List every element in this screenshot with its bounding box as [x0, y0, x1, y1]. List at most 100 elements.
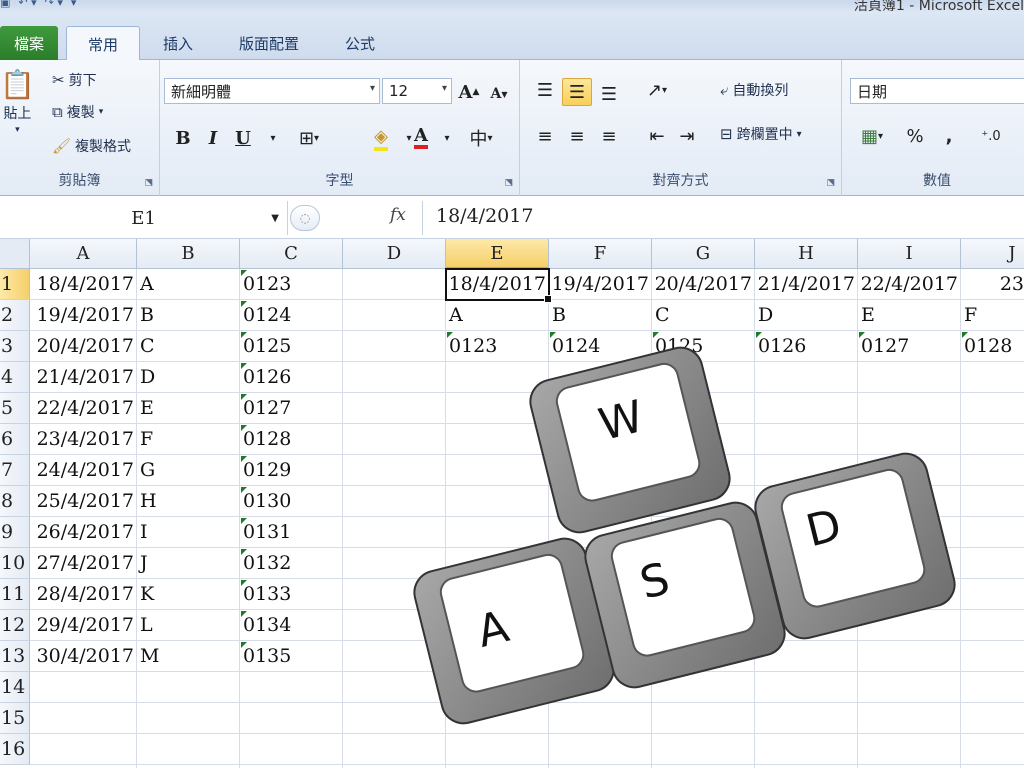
orientation-button[interactable]: ↗ ▾: [642, 76, 672, 104]
align-left-button[interactable]: ≡: [530, 122, 560, 150]
cell-b10[interactable]: J: [137, 548, 240, 579]
row-header-15[interactable]: 15: [0, 703, 30, 734]
column-header-i[interactable]: I: [858, 239, 961, 269]
column-header-g[interactable]: G: [652, 239, 755, 269]
wrap-text-button[interactable]: ⤶ 自動換列: [720, 80, 788, 100]
tab-page-layout[interactable]: 版面配置: [222, 26, 316, 60]
row-header-8[interactable]: 8: [0, 486, 30, 517]
row-header-12[interactable]: 12: [0, 610, 30, 641]
row-header-13[interactable]: 13: [0, 641, 30, 672]
column-header-e[interactable]: E: [446, 239, 549, 269]
cell-i2[interactable]: E: [858, 300, 961, 331]
cell-c3[interactable]: 0125: [240, 331, 343, 362]
tab-formulas[interactable]: 公式: [330, 26, 390, 60]
column-header-j[interactable]: J: [961, 239, 1024, 269]
cell-c11[interactable]: 0133: [240, 579, 343, 610]
cell-a2[interactable]: 19/4/2017: [30, 300, 137, 331]
name-box[interactable]: E1 ▼: [0, 201, 288, 235]
increase-decimal-button[interactable]: ⁺.0: [976, 122, 1006, 150]
cell-j3[interactable]: 0128: [961, 331, 1024, 362]
cell-c7[interactable]: 0129: [240, 455, 343, 486]
cut-button[interactable]: ✂ 剪下: [52, 70, 97, 90]
row-header-14[interactable]: 14: [0, 672, 30, 703]
bold-button[interactable]: B: [168, 124, 198, 152]
cell-h3[interactable]: 0126: [755, 331, 858, 362]
cell-h1[interactable]: 21/4/2017: [755, 269, 858, 300]
cell-j1[interactable]: 23/4/2: [961, 269, 1024, 300]
font-size-combo[interactable]: 12 ▾: [382, 78, 452, 104]
cell-b13[interactable]: M: [137, 641, 240, 672]
font-name-combo[interactable]: 新細明體 ▾: [164, 78, 380, 104]
active-cell-cursor[interactable]: [445, 268, 552, 303]
grow-font-button[interactable]: A ▲: [454, 78, 484, 106]
cell-a5[interactable]: 22/4/2017: [30, 393, 137, 424]
row-header-3[interactable]: 3: [0, 331, 30, 362]
tab-file[interactable]: 檔案: [0, 26, 58, 60]
cell-c2[interactable]: 0124: [240, 300, 343, 331]
comma-style-button[interactable]: ,: [934, 122, 964, 150]
merge-center-button[interactable]: ⊟ 跨欄置中 ▾: [720, 124, 802, 144]
tab-insert[interactable]: 插入: [150, 26, 206, 60]
fill-color-button[interactable]: ◈: [366, 124, 396, 152]
cell-c13[interactable]: 0135: [240, 641, 343, 672]
copy-button[interactable]: ⧉ 複製 ▾: [52, 102, 103, 122]
decrease-indent-button[interactable]: ⇤: [642, 122, 672, 150]
cell-a12[interactable]: 29/4/2017: [30, 610, 137, 641]
format-painter-button[interactable]: 🖌 複製格式: [52, 136, 131, 156]
font-color-dropdown-icon[interactable]: ▾: [432, 124, 462, 152]
phonetic-guide-button[interactable]: 中 ▾: [466, 124, 496, 152]
cell-a1[interactable]: 18/4/2017: [30, 269, 137, 300]
paste-button[interactable]: 📋 貼上 ▾: [0, 68, 35, 135]
cell-h2[interactable]: D: [755, 300, 858, 331]
insert-function-icon[interactable]: fx: [390, 205, 406, 225]
row-header-16[interactable]: 16: [0, 734, 30, 765]
cell-a8[interactable]: 25/4/2017: [30, 486, 137, 517]
shrink-font-button[interactable]: A ▼: [484, 80, 514, 108]
cell-c4[interactable]: 0126: [240, 362, 343, 393]
italic-button[interactable]: I: [198, 124, 228, 152]
cell-g2[interactable]: C: [652, 300, 755, 331]
row-header-10[interactable]: 10: [0, 548, 30, 579]
dialog-launcher-icon[interactable]: ⬔: [826, 178, 835, 188]
customize-quick-access-icon[interactable]: ▾: [71, 0, 77, 12]
cell-a4[interactable]: 21/4/2017: [30, 362, 137, 393]
cell-c5[interactable]: 0127: [240, 393, 343, 424]
cell-c12[interactable]: 0134: [240, 610, 343, 641]
cell-e2[interactable]: A: [446, 300, 549, 331]
align-top-button[interactable]: ☰: [530, 76, 560, 104]
column-header-a[interactable]: A: [30, 239, 137, 269]
cell-i3[interactable]: 0127: [858, 331, 961, 362]
redo-icon[interactable]: ↷ ▾: [45, 0, 63, 12]
cell-b11[interactable]: K: [137, 579, 240, 610]
cell-b1[interactable]: A: [137, 269, 240, 300]
row-header-2[interactable]: 2: [0, 300, 30, 331]
dialog-launcher-icon[interactable]: ⬔: [144, 178, 153, 188]
cell-f2[interactable]: B: [549, 300, 652, 331]
cell-b3[interactable]: C: [137, 331, 240, 362]
column-header-f[interactable]: F: [549, 239, 652, 269]
cell-f1[interactable]: 19/4/2017: [549, 269, 652, 300]
align-center-button[interactable]: ≡: [562, 122, 592, 150]
row-header-7[interactable]: 7: [0, 455, 30, 486]
cell-e3[interactable]: 0123: [446, 331, 549, 362]
dialog-launcher-icon[interactable]: ⬔: [504, 178, 513, 188]
cell-a6[interactable]: 23/4/2017: [30, 424, 137, 455]
align-bottom-button[interactable]: ☰: [594, 80, 624, 108]
accounting-format-button[interactable]: ▦ ▾: [852, 122, 892, 150]
cell-b5[interactable]: E: [137, 393, 240, 424]
column-header-b[interactable]: B: [137, 239, 240, 269]
formula-input[interactable]: 18/4/2017: [436, 205, 533, 227]
cell-b8[interactable]: H: [137, 486, 240, 517]
row-header-9[interactable]: 9: [0, 517, 30, 548]
cell-g1[interactable]: 20/4/2017: [652, 269, 755, 300]
row-header-6[interactable]: 6: [0, 424, 30, 455]
cell-b4[interactable]: D: [137, 362, 240, 393]
tab-home[interactable]: 常用: [66, 26, 140, 61]
cell-c9[interactable]: 0131: [240, 517, 343, 548]
underline-button[interactable]: U: [228, 124, 258, 152]
cell-c10[interactable]: 0132: [240, 548, 343, 579]
save-icon[interactable]: ▣: [0, 0, 10, 12]
increase-indent-button[interactable]: ⇥: [672, 122, 702, 150]
cell-a11[interactable]: 28/4/2017: [30, 579, 137, 610]
column-header-c[interactable]: C: [240, 239, 343, 269]
